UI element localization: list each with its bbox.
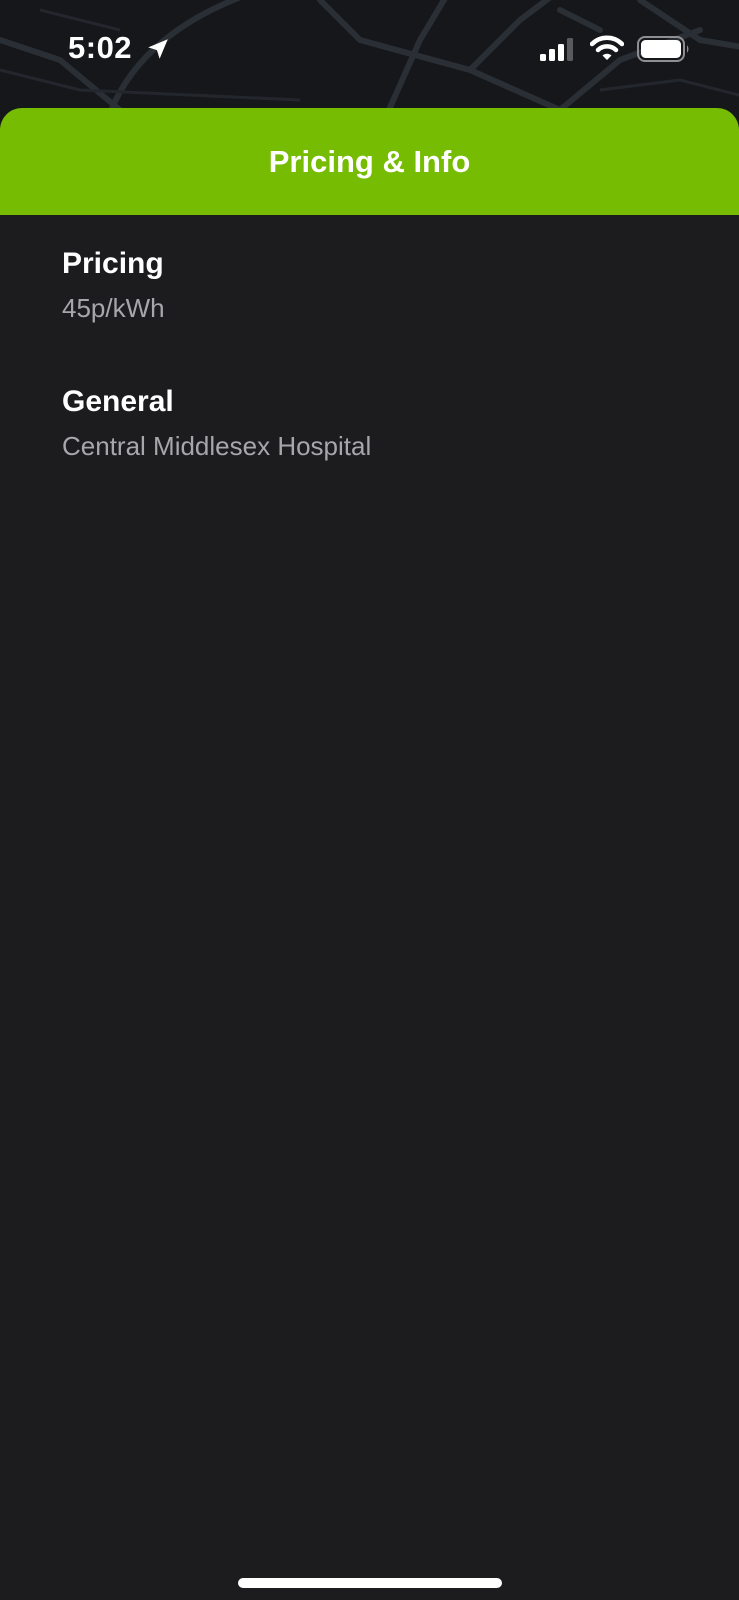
home-indicator[interactable]: [238, 1578, 502, 1588]
general-label: General: [62, 385, 174, 418]
pricing-section: Pricing 45p/kWh: [62, 245, 739, 325]
sheet-title: Pricing & Info: [268, 143, 471, 179]
battery-icon: [637, 36, 689, 62]
status-time: 5:02: [68, 30, 133, 65]
sheet-header: Pricing & Info: [0, 108, 739, 215]
pricing-value: 45p/kWh: [62, 293, 165, 323]
pricing-info-sheet: Pricing & Info Pricing 45p/kWh General C…: [0, 108, 739, 1600]
info-list: Pricing 45p/kWh General Central Middlese…: [0, 215, 739, 463]
status-bar: 5:02: [0, 0, 739, 100]
wifi-icon: [590, 35, 624, 60]
general-value: Central Middlesex Hospital: [62, 431, 372, 461]
general-section: General Central Middlesex Hospital: [62, 383, 739, 463]
location-arrow-icon: [148, 39, 168, 59]
cellular-signal-icon: [540, 38, 573, 61]
pricing-label: Pricing: [62, 247, 164, 280]
